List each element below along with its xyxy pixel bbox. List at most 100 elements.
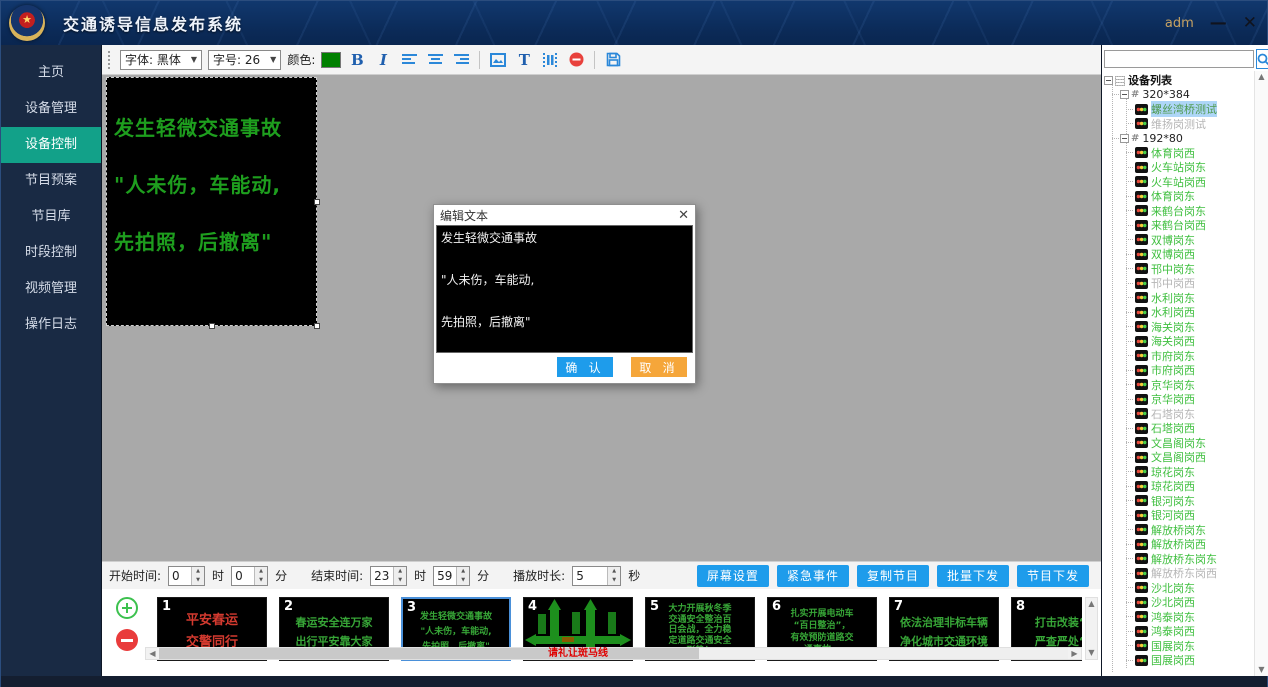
toolbar-separator (479, 51, 480, 69)
sidebar-item-5[interactable]: 时段控制 (1, 235, 101, 271)
thumbnail-text-line: "人未伤，车能动, (403, 625, 509, 640)
color-swatch[interactable] (321, 52, 341, 68)
scroll-right-icon[interactable]: ▶ (1068, 648, 1081, 659)
action-button-0[interactable]: 屏幕设置 (697, 565, 769, 587)
editor-toolbar: 字体: 黑体 ▼ 字号: 26 ▼ 颜色: B I (102, 45, 1101, 75)
start-hour-stepper[interactable]: 0▲▼ (168, 566, 205, 586)
save-icon (606, 52, 621, 67)
spin-down-icon[interactable]: ▼ (192, 576, 204, 585)
sidebar-item-6[interactable]: 视频管理 (1, 271, 101, 307)
spin-up-icon[interactable]: ▲ (608, 567, 620, 576)
tree-connector (1126, 558, 1133, 559)
end-time-label: 结束时间: (311, 567, 363, 584)
sidebar: 主页设备管理设备控制节目预案节目库时段控制视频管理操作日志 (1, 45, 101, 676)
tree-connector (1112, 94, 1119, 95)
traffic-light-icon (1135, 597, 1148, 608)
dialog-close-icon[interactable]: ✕ (678, 209, 689, 222)
thumbnail-text-line: 依法治理非标车辆 (890, 613, 998, 632)
align-left-button[interactable] (399, 50, 419, 70)
traffic-light-icon (1135, 640, 1148, 651)
remove-program-button[interactable] (116, 629, 138, 651)
resize-handle-corner[interactable] (314, 323, 320, 329)
columns-icon (542, 53, 558, 67)
italic-button[interactable]: I (373, 50, 393, 70)
insert-image-button[interactable] (488, 50, 508, 70)
collapse-icon[interactable] (1120, 134, 1129, 143)
spin-down-icon[interactable]: ▼ (457, 576, 469, 585)
device-search-input[interactable] (1104, 50, 1254, 68)
strip-vertical-scrollbar[interactable]: ▲ ▼ (1085, 597, 1098, 660)
tree-connector (1126, 587, 1133, 588)
dialog-textarea[interactable]: 发生轻微交通事故 "人未伤，车能动, 先拍照，后撤离" (436, 225, 693, 353)
duration-stepper[interactable]: 5▲▼ (572, 566, 621, 586)
sidebar-item-4[interactable]: 节目库 (1, 199, 101, 235)
thumbnail-text-line: 有效预防道路交 (768, 632, 876, 644)
thumbnail-text: 春运安全连万家出行平安靠大家 (280, 613, 388, 651)
thumbnail-number: 3 (407, 600, 416, 615)
sidebar-item-1[interactable]: 设备管理 (1, 91, 101, 127)
sidebar-item-2[interactable]: 设备控制 (1, 127, 101, 163)
scroll-down-icon[interactable]: ▼ (1255, 664, 1268, 676)
search-button[interactable] (1256, 49, 1268, 69)
spin-down-icon[interactable]: ▼ (608, 576, 620, 585)
start-minute-stepper[interactable]: 0▲▼ (231, 566, 268, 586)
search-icon (1257, 53, 1268, 66)
save-button[interactable] (603, 50, 623, 70)
sidebar-item-0[interactable]: 主页 (1, 55, 101, 91)
align-right-icon (454, 53, 469, 66)
action-button-2[interactable]: 复制节目 (857, 565, 929, 587)
thumbnail-text-line: 平安春运 (158, 610, 266, 632)
spin-down-icon[interactable]: ▼ (255, 576, 267, 585)
cancel-button[interactable]: 取 消 (631, 357, 687, 377)
traffic-light-icon (1135, 466, 1148, 477)
align-center-button[interactable] (425, 50, 445, 70)
scrollbar-track[interactable] (699, 648, 1068, 659)
led-preview-panel[interactable]: 发生轻微交通事故 "人未伤，车能动, 先拍照，后撤离" (106, 77, 317, 326)
columns-button[interactable] (540, 50, 560, 70)
chevron-down-icon: ▼ (191, 55, 197, 64)
end-hour-stepper[interactable]: 23▲▼ (370, 566, 407, 586)
font-family-select[interactable]: 字体: 黑体 ▼ (120, 50, 202, 70)
spin-up-icon[interactable]: ▲ (457, 567, 469, 576)
scroll-down-icon[interactable]: ▼ (1086, 647, 1097, 659)
spin-up-icon[interactable]: ▲ (394, 567, 406, 576)
resize-handle-right[interactable] (314, 199, 320, 205)
action-button-3[interactable]: 批量下发 (937, 565, 1009, 587)
delete-item-button[interactable] (566, 50, 586, 70)
sidebar-item-7[interactable]: 操作日志 (1, 307, 101, 343)
minimize-icon[interactable]: — (1210, 15, 1227, 32)
scroll-up-icon[interactable]: ▲ (1086, 598, 1097, 610)
device-tree: ⿳设备列表#320*384螺丝湾桥测试维扬岗测试#192*80体育岗西火车站岗东… (1102, 71, 1254, 676)
sidebar-item-3[interactable]: 节目预案 (1, 163, 101, 199)
thumbnail-text-line: 大力开展秋冬季 (646, 604, 754, 615)
scroll-left-icon[interactable]: ◀ (146, 648, 159, 659)
align-right-button[interactable] (451, 50, 471, 70)
tree-connector (1126, 370, 1133, 371)
end-minute-stepper[interactable]: 59▲▼ (433, 566, 470, 586)
tree-root[interactable]: ⿳设备列表 (1104, 73, 1254, 88)
action-button-4[interactable]: 节目下发 (1017, 565, 1089, 587)
scroll-up-icon[interactable]: ▲ (1255, 71, 1268, 83)
bold-button[interactable]: B (347, 50, 367, 70)
traffic-light-icon (1135, 234, 1148, 245)
traffic-light-icon (1135, 481, 1148, 492)
thumbnail-text: 依法治理非标车辆净化城市交通环境 (890, 613, 998, 651)
playlist-thumbnail-4[interactable]: 4请礼让斑马线 (523, 597, 633, 661)
collapse-icon[interactable] (1104, 76, 1113, 85)
action-button-1[interactable]: 紧急事件 (777, 565, 849, 587)
spin-down-icon[interactable]: ▼ (394, 576, 406, 585)
tree-connector (1126, 109, 1133, 110)
resize-handle-bottom[interactable] (209, 323, 215, 329)
close-icon[interactable]: ✕ (1243, 15, 1257, 32)
collapse-icon[interactable] (1120, 90, 1129, 99)
insert-text-button[interactable]: T (514, 50, 534, 70)
font-size-select[interactable]: 字号: 26 ▼ (208, 50, 281, 70)
traffic-light-icon (1135, 423, 1148, 434)
action-buttons: 屏幕设置紧急事件复制节目批量下发节目下发 (697, 565, 1089, 587)
spin-up-icon[interactable]: ▲ (192, 567, 204, 576)
add-program-button[interactable] (116, 597, 138, 619)
traffic-light-icon (1135, 350, 1148, 361)
spin-up-icon[interactable]: ▲ (255, 567, 267, 576)
confirm-button[interactable]: 确 认 (557, 357, 613, 377)
tree-scrollbar[interactable]: ▲ ▼ (1254, 71, 1268, 676)
